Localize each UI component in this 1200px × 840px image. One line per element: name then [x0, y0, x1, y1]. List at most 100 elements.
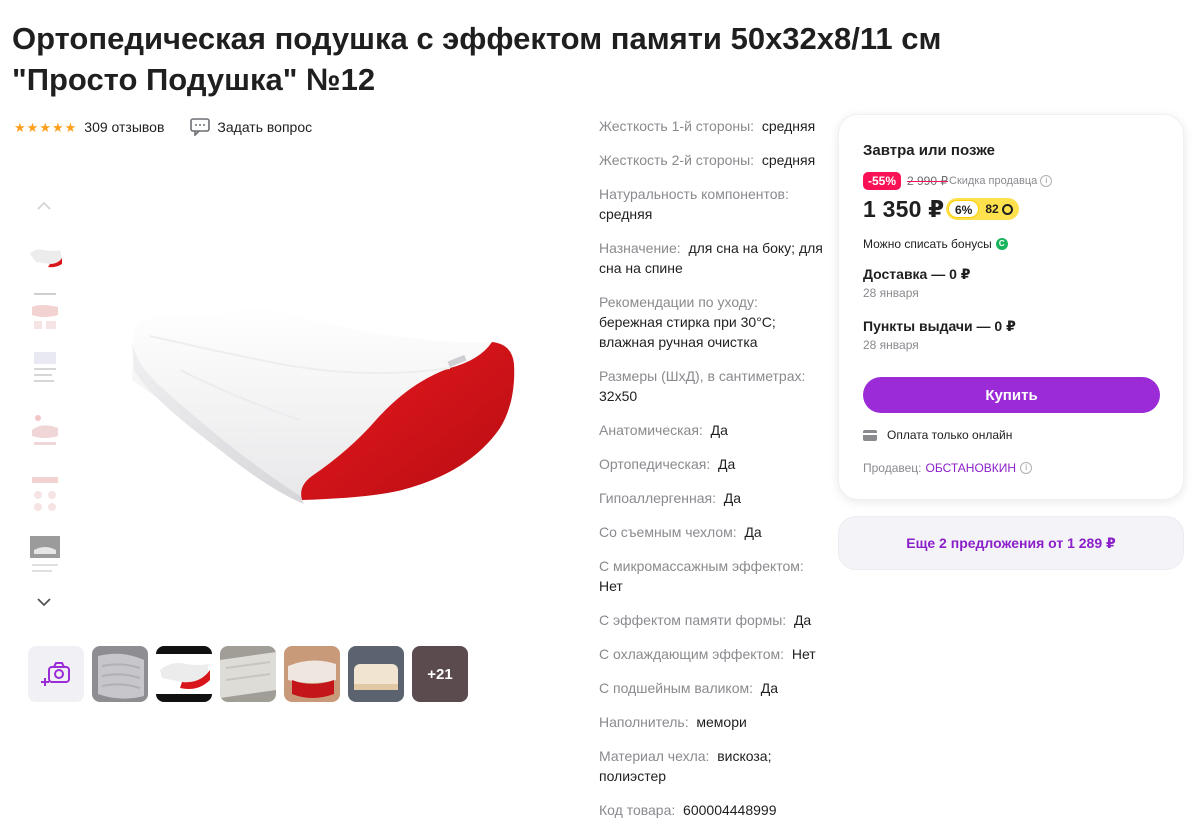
star-icon: ★	[14, 119, 26, 135]
old-price: 2 990 ₽	[907, 174, 948, 188]
spec-key: С охлаждающим эффектом:	[599, 646, 785, 662]
spec-item: Рекомендации по уходу: бережная стирка пр…	[599, 292, 825, 352]
seller-label: Продавец:	[863, 461, 922, 475]
spec-key: С эффектом памяти формы:	[599, 612, 787, 628]
spec-key: Натуральность компонентов:	[599, 186, 789, 202]
spec-item: С подшейным валиком: Да	[599, 678, 825, 698]
bonus-coin-icon	[1001, 203, 1013, 215]
spec-item: Натуральность компонентов: средняя	[599, 184, 825, 224]
spec-value: бережная стирка при 30°С; влажная ручная…	[599, 314, 776, 350]
spec-item: Жесткость 2-й стороны: средняя	[599, 150, 825, 170]
add-photo-camera-icon	[41, 662, 70, 686]
bonus-points: 82	[985, 202, 999, 216]
bonus-logo-icon: С	[995, 238, 1008, 250]
spec-value: Да	[723, 490, 742, 506]
review-photo-thumbnail[interactable]	[92, 646, 148, 702]
spec-item: Анатомическая: Да	[599, 420, 825, 440]
spec-item: Код товара: 600004448999	[599, 800, 825, 820]
spec-key: Рекомендации по уходу:	[599, 294, 758, 310]
payment-label: Оплата только онлайн	[887, 428, 1013, 442]
gallery-thumbnail[interactable]	[28, 471, 62, 517]
pickup-option[interactable]: Пункты выдачи — 0 ₽	[863, 318, 1016, 335]
spec-value: Да	[718, 456, 736, 472]
seller-discount-label: Скидка продавца	[949, 175, 1038, 187]
review-photo-thumbnail[interactable]	[348, 646, 404, 702]
gallery-thumbnail[interactable]	[28, 289, 62, 335]
bonus-payment-label: Можно списать бонусы	[863, 237, 992, 251]
seller-info: Продавец: ОБСТАНОВКИН i	[863, 461, 1033, 475]
spec-value: мемори	[696, 714, 747, 730]
buy-button[interactable]: Купить	[863, 377, 1160, 413]
gallery-thumbnail[interactable]	[28, 408, 62, 454]
bonus-badge[interactable]: 6% 82	[946, 198, 1019, 220]
chevron-up-icon[interactable]	[34, 196, 54, 216]
info-icon[interactable]: i	[1040, 175, 1053, 187]
delivery-heading: Завтра или позже	[863, 142, 995, 159]
review-photo-thumbnail[interactable]	[284, 646, 340, 702]
spec-key: Со съемным чехлом:	[599, 524, 737, 540]
spec-key: С подшейным валиком:	[599, 680, 754, 696]
spec-value: Да	[760, 680, 779, 696]
star-icon: ★	[26, 119, 39, 135]
ask-question-label: Задать вопрос	[217, 119, 313, 135]
more-offers-button[interactable]: Еще 2 предложения от 1 289 ₽	[838, 516, 1184, 570]
spec-key: Наполнитель:	[599, 714, 689, 730]
spec-item: С охлаждающим эффектом: Нет	[599, 644, 825, 664]
chevron-down-icon[interactable]	[34, 592, 54, 612]
seller-link[interactable]: ОБСТАНОВКИН	[926, 461, 1017, 475]
spec-key: Жесткость 1-й стороны:	[599, 118, 755, 134]
rating-stars[interactable]: ★ ★ ★ ★ ★	[14, 121, 76, 134]
spec-value: Да	[744, 524, 762, 540]
gallery-thumbnail[interactable]	[28, 234, 62, 280]
spec-value: 600004448999	[683, 802, 777, 818]
ask-question-button[interactable]: Задать вопрос	[190, 118, 312, 136]
current-price: 1 350 ₽	[863, 196, 945, 222]
spec-item: Ортопедическая: Да	[599, 454, 825, 474]
credit-card-icon	[863, 429, 877, 441]
delivery-option[interactable]: Доставка — 0 ₽	[863, 266, 971, 283]
star-icon: ★	[51, 119, 64, 135]
spec-value: Да	[710, 422, 728, 438]
main-product-image[interactable]	[120, 290, 525, 510]
review-photos: +21	[28, 646, 468, 702]
spec-key: Код товара:	[599, 802, 676, 818]
chat-icon	[190, 118, 211, 136]
spec-value: Нет	[791, 646, 816, 662]
spec-key: Материал чехла:	[599, 748, 710, 764]
info-icon[interactable]: i	[1020, 462, 1033, 474]
reviews-link[interactable]: 309 отзывов	[84, 119, 164, 135]
payment-note: Оплата только онлайн	[863, 428, 1012, 442]
product-title-line1: Ортопедическая подушка с эффектом памяти…	[12, 21, 942, 56]
star-icon: ★	[64, 119, 77, 135]
spec-value: Да	[793, 612, 812, 628]
add-photo-button[interactable]	[28, 646, 84, 702]
spec-item: С микромассажным эффектом: Нет	[599, 556, 825, 596]
spec-item: Жесткость 1-й стороны: средняя	[599, 116, 825, 136]
seller-discount: Скидка продавца i	[949, 175, 1053, 187]
spec-key: С микромассажным эффектом:	[599, 558, 804, 574]
review-photo-thumbnail[interactable]	[156, 646, 212, 702]
more-photos-button[interactable]: +21	[412, 646, 468, 702]
spec-key: Размеры (ШхД), в сантиметрах:	[599, 368, 806, 384]
bonus-percent: 6%	[948, 200, 980, 218]
spec-key: Гипоаллергенная:	[599, 490, 716, 506]
spec-item: Размеры (ШхД), в сантиметрах: 32х50	[599, 366, 825, 406]
spec-key: Анатомическая:	[599, 422, 703, 438]
review-photo-thumbnail[interactable]	[220, 646, 276, 702]
spec-item: Материал чехла: вискоза; полиэстер	[599, 746, 825, 786]
spec-value: средняя	[761, 152, 816, 168]
bonus-payment-note: Можно списать бонусы С	[863, 237, 1008, 251]
spec-item: Назначение: для сна на боку; для сна на …	[599, 238, 825, 278]
gallery-thumbnail[interactable]	[28, 346, 62, 392]
spec-key: Назначение:	[599, 240, 681, 256]
product-title: Ортопедическая подушка с эффектом памяти…	[12, 18, 1012, 100]
spec-item: Наполнитель: мемори	[599, 712, 825, 732]
spec-value: Нет	[599, 578, 623, 594]
discount-badge: -55%	[863, 172, 902, 190]
gallery-thumbnail[interactable]	[28, 534, 62, 580]
spec-item: Гипоаллергенная: Да	[599, 488, 825, 508]
delivery-date: 28 января	[863, 286, 919, 300]
product-title-line2: "Просто Подушка" №12	[12, 62, 376, 97]
spec-item: Со съемным чехлом: Да	[599, 522, 825, 542]
spec-key: Жесткость 2-й стороны:	[599, 152, 755, 168]
